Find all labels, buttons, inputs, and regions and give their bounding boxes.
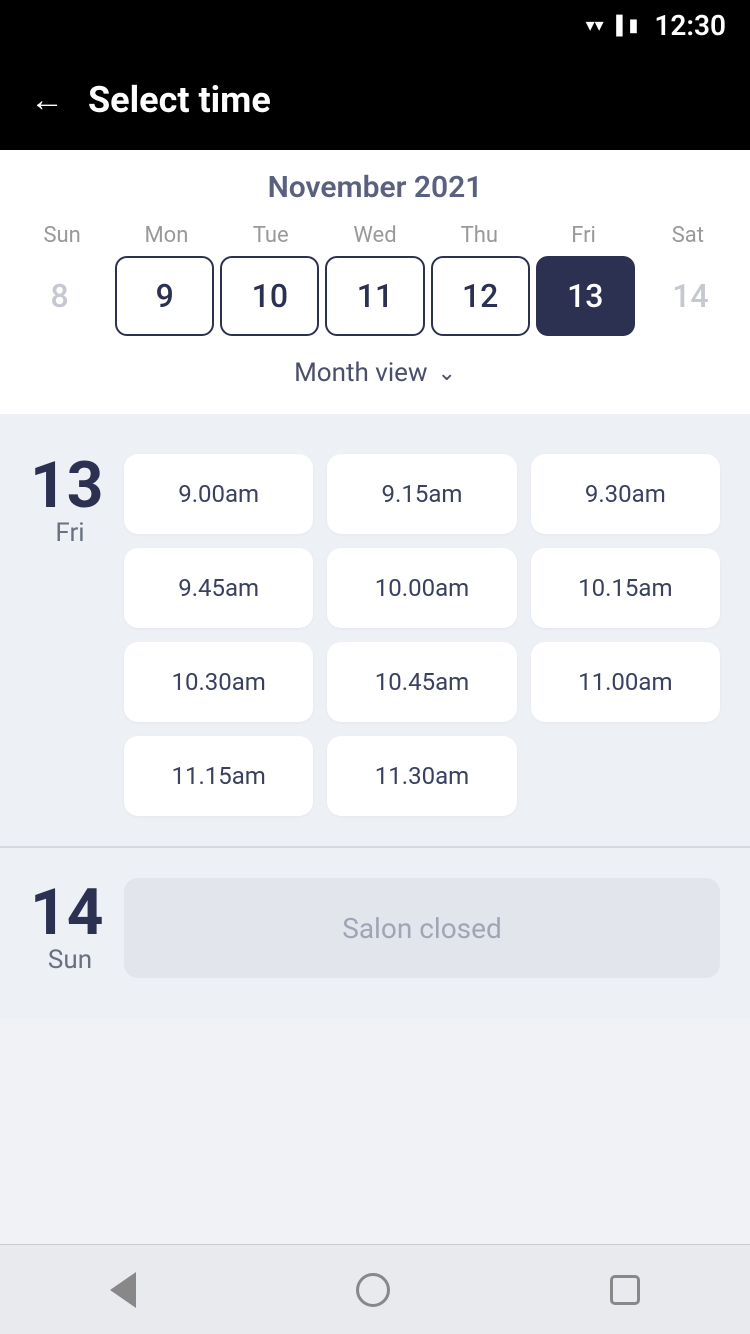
slot-1100am[interactable]: 11.00am xyxy=(531,642,720,722)
header: ← Select time xyxy=(0,50,750,150)
day-14-label: 14 Sun xyxy=(30,881,110,975)
back-button[interactable]: ← xyxy=(30,83,64,117)
day-header-mon: Mon xyxy=(114,223,218,248)
date-14[interactable]: 14 xyxy=(641,256,740,336)
slot-1000am[interactable]: 10.00am xyxy=(327,548,516,628)
day-header-sat: Sat xyxy=(636,223,740,248)
day-13-label: 13 Fri xyxy=(30,454,110,548)
date-9[interactable]: 9 xyxy=(115,256,214,336)
nav-back-button[interactable] xyxy=(110,1272,136,1308)
day-header-sun: Sun xyxy=(10,223,114,248)
signal-icon: ▐ xyxy=(610,15,623,36)
battery-icon: ▮ xyxy=(628,15,638,36)
slot-1015am[interactable]: 10.15am xyxy=(531,548,720,628)
slot-945am[interactable]: 9.45am xyxy=(124,548,313,628)
slot-1030am[interactable]: 10.30am xyxy=(124,642,313,722)
slot-930am[interactable]: 9.30am xyxy=(531,454,720,534)
home-circle-icon xyxy=(356,1273,390,1307)
day-header-fri: Fri xyxy=(531,223,635,248)
day-header-wed: Wed xyxy=(323,223,427,248)
chevron-down-icon: ⌄ xyxy=(437,361,455,386)
page-title: Select time xyxy=(88,79,271,121)
timeslots-section: 13 Fri 9.00am 9.15am 9.30am 9.45am 10.00… xyxy=(0,414,750,1018)
wifi-icon: ▾▾ xyxy=(586,15,604,36)
slot-1115am[interactable]: 11.15am xyxy=(124,736,313,816)
date-12[interactable]: 12 xyxy=(431,256,530,336)
day-header-thu: Thu xyxy=(427,223,531,248)
date-13[interactable]: 13 xyxy=(536,256,635,336)
slot-1045am[interactable]: 10.45am xyxy=(327,642,516,722)
slot-1130am[interactable]: 11.30am xyxy=(327,736,516,816)
recents-square-icon xyxy=(610,1275,640,1305)
day-14-block: 14 Sun Salon closed xyxy=(0,858,750,998)
slot-915am[interactable]: 9.15am xyxy=(327,454,516,534)
status-time: 12:30 xyxy=(654,9,726,42)
back-triangle-icon xyxy=(110,1272,136,1308)
status-bar: ▾▾ ▐ ▮ 12:30 xyxy=(0,0,750,50)
nav-recents-button[interactable] xyxy=(610,1275,640,1305)
day-13-number: 13 xyxy=(30,454,110,518)
day-14-number: 14 xyxy=(30,881,110,945)
day-13-block: 13 Fri 9.00am 9.15am 9.30am 9.45am 10.00… xyxy=(0,434,750,836)
calendar-month: November 2021 xyxy=(0,170,750,205)
month-view-label: Month view xyxy=(294,358,427,388)
day-header-tue: Tue xyxy=(219,223,323,248)
calendar-section: November 2021 Sun Mon Tue Wed Thu Fri Sa… xyxy=(0,150,750,414)
bottom-nav xyxy=(0,1244,750,1334)
nav-home-button[interactable] xyxy=(356,1273,390,1307)
date-10[interactable]: 10 xyxy=(220,256,319,336)
salon-closed-text: Salon closed xyxy=(342,912,502,945)
salon-closed-box: Salon closed xyxy=(124,878,720,978)
day-headers: Sun Mon Tue Wed Thu Fri Sat xyxy=(0,223,750,248)
section-divider xyxy=(0,846,750,848)
date-row: 8 9 10 11 12 13 14 xyxy=(0,256,750,336)
time-grid-13: 9.00am 9.15am 9.30am 9.45am 10.00am 10.1… xyxy=(124,454,720,816)
date-8[interactable]: 8 xyxy=(10,256,109,336)
month-view-toggle[interactable]: Month view ⌄ xyxy=(0,348,750,404)
date-11[interactable]: 11 xyxy=(325,256,424,336)
slot-900am[interactable]: 9.00am xyxy=(124,454,313,534)
status-icons: ▾▾ ▐ ▮ xyxy=(586,15,639,36)
